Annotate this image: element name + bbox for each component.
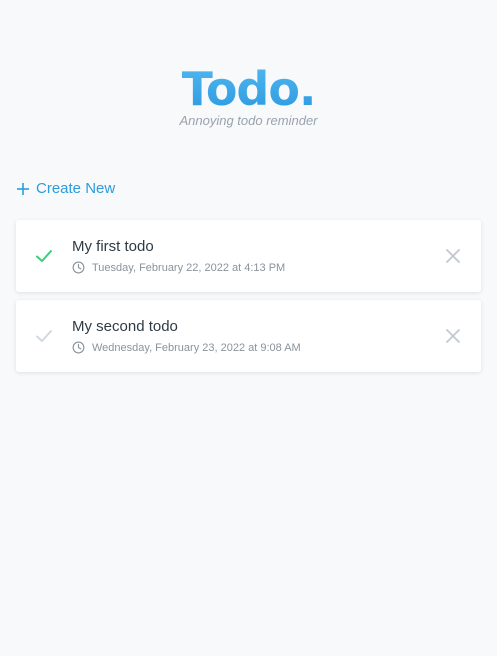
clock-icon <box>72 261 85 274</box>
app-page: Todo. Annoying todo reminder Create New … <box>0 0 497 656</box>
todo-item: My first todo Tuesday, February 22, 2022… <box>16 220 481 292</box>
check-icon[interactable] <box>34 246 54 266</box>
todo-datetime: Wednesday, February 23, 2022 at 9:08 AM <box>92 341 301 354</box>
plus-icon <box>17 182 29 195</box>
app-title: Todo. <box>181 62 317 116</box>
todo-timestamp: Wednesday, February 23, 2022 at 9:08 AM <box>72 341 301 354</box>
clock-icon <box>72 341 85 354</box>
todo-title: My second todo <box>72 318 178 335</box>
todo-timestamp: Tuesday, February 22, 2022 at 4:13 PM <box>72 261 285 274</box>
check-icon[interactable] <box>34 326 54 346</box>
todo-list: My first todo Tuesday, February 22, 2022… <box>16 220 481 380</box>
create-new-label: Create New <box>36 180 116 197</box>
app-header: Todo. Annoying todo reminder <box>0 62 497 128</box>
close-icon[interactable] <box>445 328 461 344</box>
app-subtitle: Annoying todo reminder <box>179 113 318 128</box>
todo-datetime: Tuesday, February 22, 2022 at 4:13 PM <box>92 261 286 274</box>
todo-title: My first todo <box>72 238 154 255</box>
create-new-button[interactable]: Create New <box>16 180 115 197</box>
close-icon[interactable] <box>445 248 461 264</box>
todo-item: My second todo Wednesday, February 23, 2… <box>16 300 481 372</box>
